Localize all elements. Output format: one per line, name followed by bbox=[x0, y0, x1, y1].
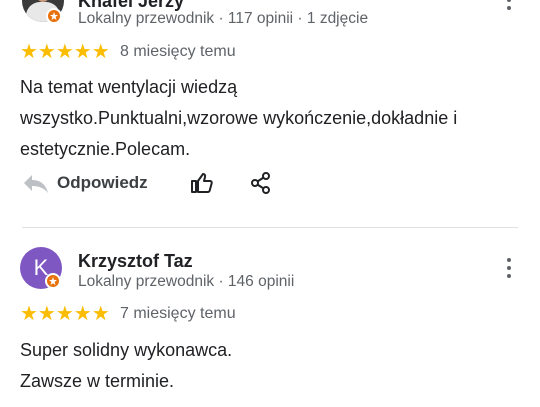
review-text-line: Na temat wentylacji wiedzą bbox=[20, 77, 238, 97]
reviewer-meta: Lokalny przewodnik · 146 opinii bbox=[78, 273, 295, 290]
divider bbox=[22, 227, 518, 228]
local-guide-badge-icon bbox=[45, 273, 61, 289]
local-guide-star-icon bbox=[49, 277, 57, 285]
review-time: 8 miesięcy temu bbox=[120, 43, 236, 60]
review-text: Super solidny wykonawca. Zawsze w termin… bbox=[20, 335, 232, 397]
review-time: 7 miesięcy temu bbox=[120, 305, 236, 322]
review-text: Na temat wentylacji wiedzą wszystko.Punk… bbox=[20, 72, 457, 165]
reviewer-name[interactable]: Krzysztof Taz bbox=[78, 251, 193, 272]
local-guide-badge-icon bbox=[46, 8, 62, 24]
reviewer-meta: Lokalny przewodnik · 117 opinii · 1 zdję… bbox=[78, 10, 369, 27]
more-options-icon[interactable] bbox=[506, 258, 512, 282]
rating-stars: ★★★★★ bbox=[20, 41, 110, 63]
reply-button[interactable]: Odpowiedz bbox=[22, 171, 148, 195]
local-guide-star-icon bbox=[50, 12, 58, 20]
like-button-icon[interactable] bbox=[190, 171, 214, 195]
rating-stars: ★★★★★ bbox=[20, 303, 110, 325]
reply-label: Odpowiedz bbox=[57, 173, 148, 192]
share-icon[interactable] bbox=[250, 171, 272, 195]
review-text-line: wszystko.Punktualni,wzorowe wykończenie,… bbox=[20, 108, 458, 128]
review-text-line: estetycznie.Polecam. bbox=[20, 139, 191, 159]
review-text-line: Zawsze w terminie. bbox=[20, 371, 175, 391]
more-options-icon[interactable] bbox=[506, 0, 512, 14]
reply-icon bbox=[24, 175, 48, 193]
review-text-line: Super solidny wykonawca. bbox=[20, 340, 233, 360]
